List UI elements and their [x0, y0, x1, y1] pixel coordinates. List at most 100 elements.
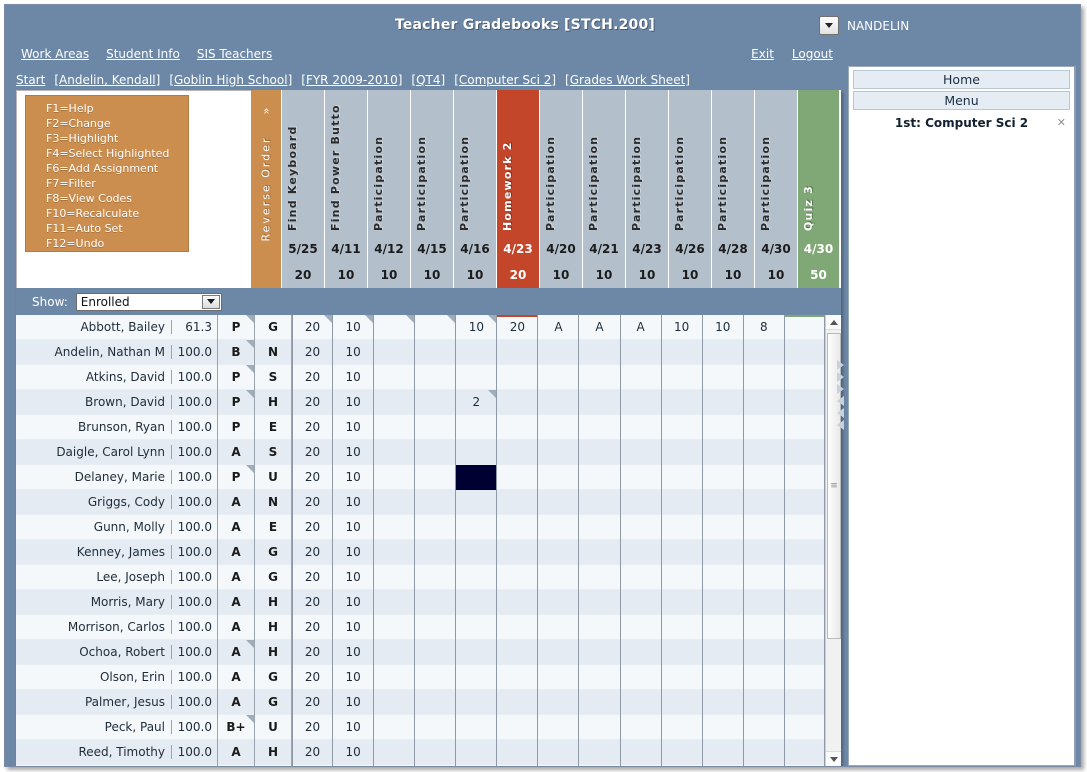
score-cell[interactable]	[662, 690, 703, 715]
student-row[interactable]: Delaney, Marie 100.0 P U	[16, 464, 292, 490]
score-cell[interactable]	[497, 365, 539, 390]
score-cell[interactable]	[744, 565, 785, 590]
score-cell[interactable]: 20	[292, 465, 334, 490]
student-row[interactable]: Atkins, David 100.0 P S	[16, 364, 292, 390]
nav-link-sis-teachers[interactable]: SIS Teachers	[197, 47, 272, 61]
student-grade[interactable]: P	[217, 464, 254, 490]
score-cell[interactable]	[744, 365, 785, 390]
score-cell[interactable]	[662, 440, 703, 465]
score-cell[interactable]: 10	[333, 415, 375, 440]
score-cell[interactable]	[497, 590, 539, 615]
nav-link-student-info[interactable]: Student Info	[106, 47, 180, 61]
score-cell[interactable]	[456, 340, 498, 365]
score-cell[interactable]	[703, 390, 744, 415]
score-cell[interactable]: 20	[292, 715, 334, 740]
score-cell[interactable]: A	[538, 315, 580, 340]
score-cell[interactable]	[374, 565, 416, 590]
score-cell[interactable]: 10	[333, 615, 375, 640]
assignment-column-header[interactable]: Participation 4/15 10	[410, 90, 453, 288]
reverse-order-column-header[interactable]: » Reverse Order	[251, 90, 281, 288]
student-row[interactable]: Abbott, Bailey 61.3 P G	[16, 315, 292, 340]
score-cell[interactable]	[497, 640, 539, 665]
score-cell[interactable]	[415, 340, 457, 365]
student-code[interactable]: H	[254, 614, 292, 640]
menu-button[interactable]: Menu	[853, 91, 1070, 110]
close-icon[interactable]: ✕	[1057, 116, 1066, 129]
score-cell[interactable]	[785, 490, 825, 515]
score-cell[interactable]: 20	[497, 315, 539, 340]
student-code[interactable]: S	[254, 439, 292, 465]
student-code[interactable]: E	[254, 414, 292, 440]
score-cell[interactable]: 20	[292, 690, 334, 715]
scroll-up-arrow-icon[interactable]	[826, 315, 841, 330]
score-cell[interactable]	[374, 490, 416, 515]
score-cell[interactable]: 8	[744, 315, 785, 340]
score-cell[interactable]	[703, 565, 744, 590]
student-row[interactable]: Morris, Mary 100.0 A H	[16, 589, 292, 615]
score-cell[interactable]: 10	[456, 315, 498, 340]
score-cell[interactable]	[415, 590, 457, 615]
student-code[interactable]: G	[254, 664, 292, 690]
score-cell[interactable]	[579, 665, 621, 690]
student-code[interactable]: S	[254, 364, 292, 390]
breadcrumb-item-worksheet[interactable]: [Grades Work Sheet]	[565, 73, 690, 87]
score-cell[interactable]	[497, 465, 539, 490]
score-cell[interactable]	[374, 440, 416, 465]
score-cell[interactable]	[703, 715, 744, 740]
score-cell[interactable]	[538, 415, 580, 440]
score-cell[interactable]	[785, 440, 825, 465]
breadcrumb-item-course[interactable]: [Computer Sci 2]	[454, 73, 556, 87]
student-grade[interactable]: A	[217, 739, 254, 765]
student-grade[interactable]: A	[217, 664, 254, 690]
assignment-column-header[interactable]: Participation 4/30 10	[754, 90, 797, 288]
score-cell[interactable]	[538, 490, 580, 515]
score-cell[interactable]	[744, 340, 785, 365]
score-cell[interactable]: 10	[333, 315, 375, 340]
score-cell[interactable]	[744, 390, 785, 415]
score-cell[interactable]: 10	[333, 590, 375, 615]
score-cell[interactable]	[621, 490, 662, 515]
score-cell[interactable]	[744, 515, 785, 540]
assignment-column-header[interactable]: Participation 4/12 10	[367, 90, 410, 288]
score-cell[interactable]	[785, 415, 825, 440]
score-cell[interactable]	[374, 390, 416, 415]
assignment-column-header[interactable]: Participation 4/20 10	[539, 90, 582, 288]
student-grade[interactable]: A	[217, 564, 254, 590]
score-cell[interactable]	[785, 690, 825, 715]
score-cell[interactable]	[744, 490, 785, 515]
score-cell[interactable]	[456, 740, 498, 765]
score-cell[interactable]	[538, 640, 580, 665]
score-cell[interactable]	[579, 365, 621, 390]
student-grade[interactable]: A	[217, 614, 254, 640]
score-cell[interactable]	[744, 690, 785, 715]
score-cell[interactable]: 20	[292, 440, 334, 465]
score-cell[interactable]	[744, 415, 785, 440]
score-cell[interactable]	[785, 390, 825, 415]
score-cell[interactable]	[785, 740, 825, 765]
student-code[interactable]: U	[254, 464, 292, 490]
score-cell[interactable]	[621, 615, 662, 640]
score-cell[interactable]	[621, 665, 662, 690]
score-cell[interactable]: 10	[333, 390, 375, 415]
student-row[interactable]: Brunson, Ryan 100.0 P E	[16, 414, 292, 440]
student-grade[interactable]: B+	[217, 714, 254, 740]
score-cell[interactable]	[579, 640, 621, 665]
score-cell[interactable]	[662, 340, 703, 365]
user-menu-dropdown-button[interactable]	[819, 16, 839, 35]
student-code[interactable]: G	[254, 315, 292, 340]
score-cell[interactable]: 10	[333, 665, 375, 690]
score-cell[interactable]	[415, 715, 457, 740]
score-cell[interactable]	[744, 540, 785, 565]
score-cell[interactable]: 20	[292, 565, 334, 590]
score-cell[interactable]	[456, 440, 498, 465]
score-cell[interactable]	[538, 440, 580, 465]
score-cell[interactable]	[662, 490, 703, 515]
score-cell[interactable]	[456, 715, 498, 740]
score-cell[interactable]	[703, 515, 744, 540]
score-cell[interactable]	[703, 590, 744, 615]
student-code[interactable]: H	[254, 639, 292, 665]
active-course-item[interactable]: 1st: Computer Sci 2 ✕	[849, 114, 1074, 132]
score-cell[interactable]	[579, 415, 621, 440]
assignment-column-header[interactable]: Homework 2 4/23 20	[496, 90, 539, 288]
score-cell[interactable]	[744, 665, 785, 690]
